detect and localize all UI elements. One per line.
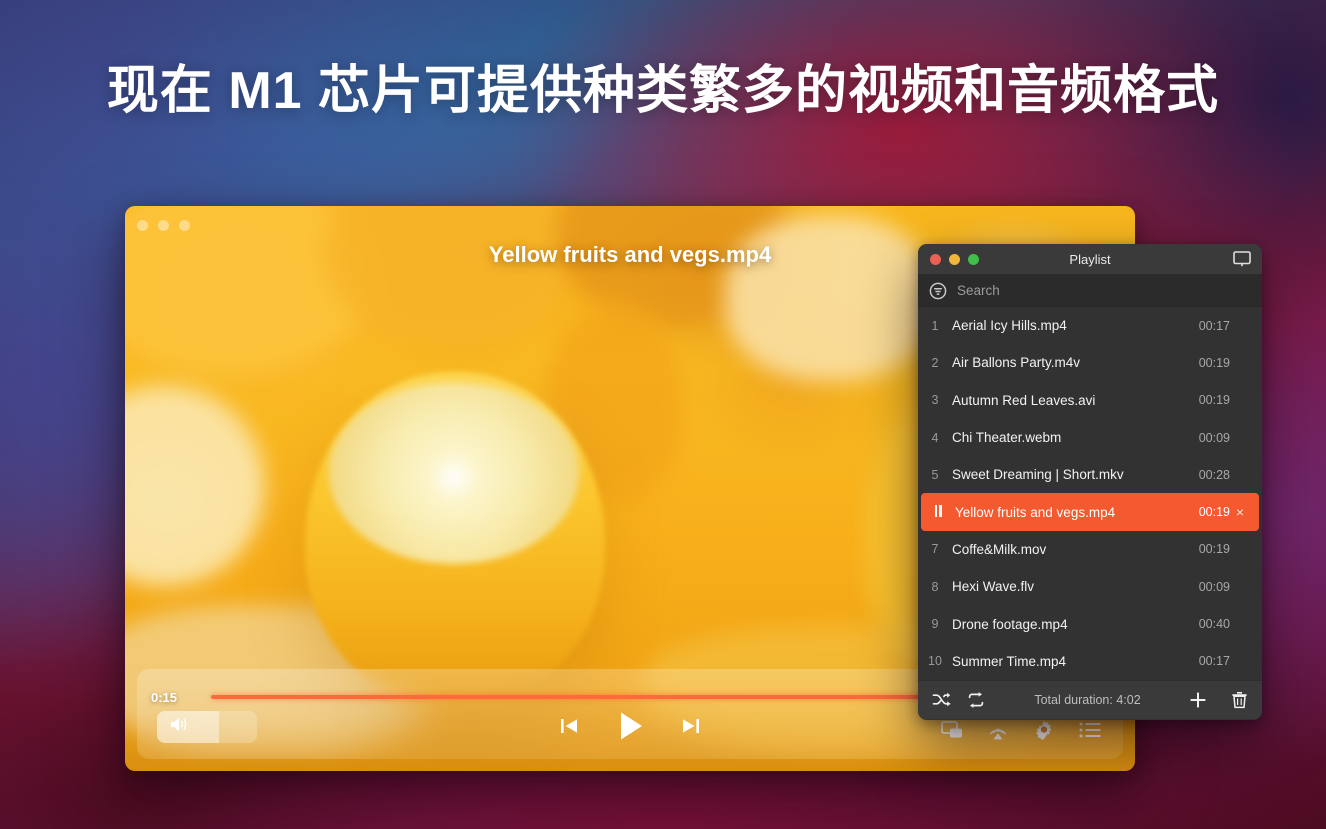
playlist-row-index: 5 (918, 468, 952, 482)
playlist-row-duration: 00:40 (1199, 617, 1230, 631)
airplay-icon[interactable] (987, 720, 1009, 741)
picture-in-picture-icon[interactable] (941, 720, 963, 740)
playlist-row-index: 4 (918, 431, 952, 445)
playlist-row-name: Sweet Dreaming | Short.mkv (952, 467, 1189, 482)
playlist-footer: Total duration: 4:02 (918, 680, 1262, 719)
play-button[interactable] (611, 707, 649, 745)
video-blur-shape (125, 386, 265, 586)
playlist-icon[interactable] (1079, 721, 1101, 739)
playlist-row-duration: 00:19 (1199, 542, 1230, 556)
playlist-row[interactable]: 2Air Ballons Party.m4v00:19× (918, 344, 1262, 381)
playlist-row-name: Drone footage.mp4 (952, 617, 1189, 632)
seek-progress-fill (211, 695, 976, 699)
gear-icon[interactable] (1033, 719, 1055, 741)
playlist-row-index: 1 (918, 319, 952, 333)
video-lemon-flesh-shape (329, 384, 579, 564)
repeat-icon[interactable] (966, 691, 986, 709)
minimize-button[interactable] (158, 220, 169, 231)
playlist-row-index: 7 (918, 542, 952, 556)
delete-icon[interactable] (1231, 691, 1248, 709)
playlist-search-bar[interactable] (918, 275, 1262, 307)
player-traffic-lights[interactable] (137, 220, 190, 231)
filter-icon (929, 282, 947, 300)
playlist-row[interactable]: 3Autumn Red Leaves.avi00:19× (918, 382, 1262, 419)
secondary-controls (941, 719, 1101, 741)
playlist-row-name: Summer Time.mp4 (952, 654, 1189, 669)
playlist-row-name: Aerial Icy Hills.mp4 (952, 318, 1189, 333)
playlist-row-duration: 00:17 (1199, 319, 1230, 333)
maximize-button[interactable] (179, 220, 190, 231)
promo-canvas: 现在 M1 芯片可提供种类繁多的视频和音频格式 Yellow fruits an… (0, 0, 1326, 829)
playlist-row[interactable]: 7Coffe&Milk.mov00:19× (918, 531, 1262, 568)
playlist-row-index: 2 (918, 356, 952, 370)
playlist-row-duration: 00:28 (1199, 468, 1230, 482)
search-input[interactable] (957, 283, 1262, 298)
playlist-row-duration: 00:19 (1199, 505, 1230, 519)
playlist-row-name: Yellow fruits and vegs.mp4 (955, 505, 1189, 520)
add-icon[interactable] (1189, 691, 1207, 709)
playlist-row-duration: 00:09 (1199, 431, 1230, 445)
playlist-row-name: Autumn Red Leaves.avi (952, 393, 1189, 408)
playlist-row-index: 10 (918, 654, 952, 668)
playlist-row-index: 8 (918, 580, 952, 594)
pause-icon (921, 505, 955, 520)
playlist-row-duration: 00:19 (1199, 356, 1230, 370)
remove-item-icon[interactable]: × (1230, 504, 1250, 520)
playlist-window: Playlist 1Aerial Icy Hills.mp4 00:17 × 2Air… (918, 244, 1262, 720)
playlist-row[interactable]: 10Summer Time.mp400:17× (918, 643, 1262, 680)
next-button[interactable] (679, 714, 703, 738)
page-title: 现在 M1 芯片可提供种类繁多的视频和音频格式 (0, 48, 1326, 123)
shuffle-icon[interactable] (932, 691, 952, 709)
playlist-row-duration: 00:09 (1199, 580, 1230, 594)
playlist-row[interactable]: 4Chi Theater.webm00:09× (918, 419, 1262, 456)
total-duration-label: Total duration: 4:02 (986, 693, 1189, 707)
playlist-row[interactable]: 8Hexi Wave.flv00:09× (918, 568, 1262, 605)
previous-button[interactable] (557, 714, 581, 738)
maximize-button[interactable] (968, 254, 979, 265)
playlist-row-index: 3 (918, 393, 952, 407)
playlist-row[interactable]: 1Aerial Icy Hills.mp400:17× (918, 307, 1262, 344)
playlist-row-index: 9 (918, 617, 952, 631)
current-time-label: 0:15 (151, 690, 211, 705)
playlist-traffic-lights[interactable] (930, 254, 979, 265)
playlist-row-name: Chi Theater.webm (952, 430, 1189, 445)
close-button[interactable] (137, 220, 148, 231)
playlist-row-name: Air Ballons Party.m4v (952, 355, 1189, 370)
video-blur-shape (325, 206, 575, 346)
playlist-row-name: Hexi Wave.flv (952, 579, 1189, 594)
playlist-row-duration: 00:17 (1199, 654, 1230, 668)
video-blur-shape (725, 216, 935, 381)
playlist-row-active[interactable]: Yellow fruits and vegs.mp4 00:19× (921, 493, 1259, 530)
close-button[interactable] (930, 254, 941, 265)
playlist-row-name: Coffe&Milk.mov (952, 542, 1189, 557)
playlist-items[interactable]: 1Aerial Icy Hills.mp4 00:17 × 2Air Ballons … (918, 307, 1262, 680)
playlist-row-duration: 00:19 (1199, 393, 1230, 407)
playlist-row[interactable]: 5Sweet Dreaming | Short.mkv00:28× (918, 456, 1262, 493)
minimize-button[interactable] (949, 254, 960, 265)
playlist-titlebar: Playlist (918, 244, 1262, 275)
playlist-row[interactable]: 9Drone footage.mp400:40× (918, 605, 1262, 642)
display-icon[interactable] (1233, 251, 1251, 267)
